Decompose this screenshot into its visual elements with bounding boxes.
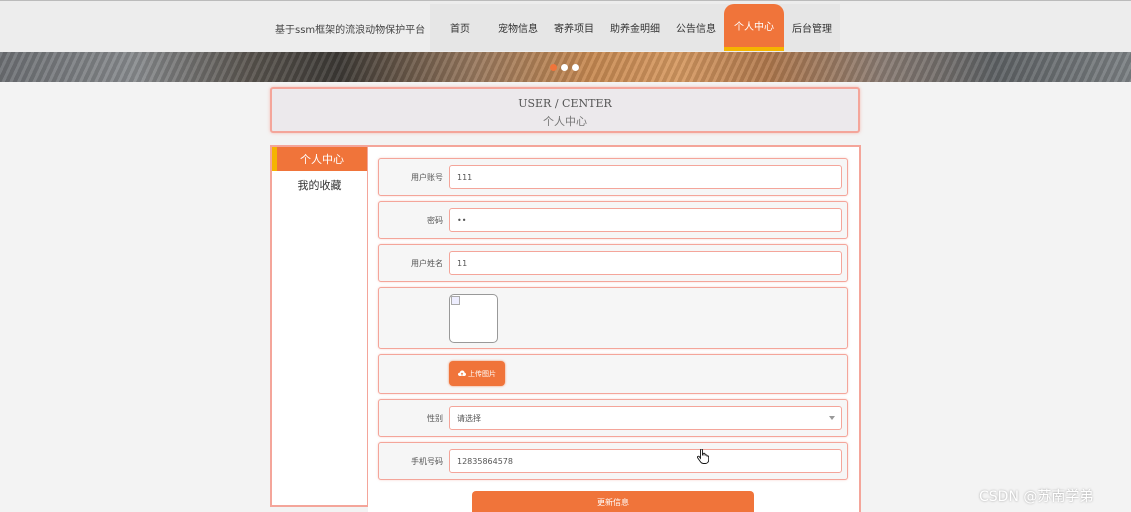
carousel-indicators — [550, 64, 579, 71]
username-row: 用户账号 111 — [378, 158, 848, 196]
phone-input[interactable]: 12835864578 — [449, 449, 842, 473]
main-nav: 首页 宠物信息 寄养项目 助养金明细 公告信息 个人中心 后台管理 — [430, 4, 840, 51]
chevron-down-icon — [829, 416, 835, 420]
nav-item-personal-center[interactable]: 个人中心 — [724, 4, 784, 51]
sidebar-item-favorites[interactable]: 我的收藏 — [272, 173, 367, 197]
cloud-upload-icon — [458, 370, 466, 376]
phone-label: 手机号码 — [411, 457, 443, 466]
watermark: CSDN @苏南学弟 — [979, 489, 1094, 505]
upload-image-button[interactable]: 上传图片 — [449, 361, 505, 386]
avatar-image — [449, 294, 498, 343]
nav-item-pet-info[interactable]: 宠物信息 — [490, 4, 546, 51]
avatar-row — [378, 287, 848, 349]
nav-item-sponsorship-details[interactable]: 助养金明细 — [602, 4, 668, 51]
name-label: 用户姓名 — [411, 259, 443, 268]
nav-item-home[interactable]: 首页 — [430, 4, 490, 51]
upload-image-label: 上传图片 — [468, 369, 496, 378]
profile-form: 用户账号 111 密码 •• 用户姓名 11 上传图片 性别 请选择 手机号码 … — [368, 145, 861, 512]
site-title: 基于ssm框架的流浪动物保护平台 — [275, 25, 426, 36]
gender-select[interactable]: 请选择 — [449, 406, 842, 430]
phone-row: 手机号码 12835864578 — [378, 442, 848, 480]
password-input[interactable]: •• — [449, 208, 842, 232]
username-label: 用户账号 — [411, 173, 443, 182]
page-title-cn: 个人中心 — [543, 115, 587, 128]
page-title-en: USER / CENTER — [518, 97, 612, 110]
sidebar-item-personal-center[interactable]: 个人中心 — [272, 147, 367, 171]
banner-carousel — [0, 52, 1131, 82]
carousel-dot-2[interactable] — [561, 64, 568, 71]
page-title-box: USER / CENTER 个人中心 — [270, 87, 860, 133]
sidebar: 个人中心 我的收藏 — [270, 145, 368, 507]
nav-item-announcements[interactable]: 公告信息 — [668, 4, 724, 51]
update-info-button[interactable]: 更新信息 — [472, 491, 754, 512]
password-label: 密码 — [427, 216, 443, 225]
carousel-dot-3[interactable] — [572, 64, 579, 71]
nav-item-foster-project[interactable]: 寄养项目 — [546, 4, 602, 51]
name-input[interactable]: 11 — [449, 251, 842, 275]
gender-select-value: 请选择 — [457, 413, 481, 423]
broken-image-icon — [451, 296, 460, 305]
top-bar: 基于ssm框架的流浪动物保护平台 首页 宠物信息 寄养项目 助养金明细 公告信息… — [0, 0, 1131, 52]
gender-row: 性别 请选择 — [378, 399, 848, 437]
hand-cursor-icon — [697, 449, 709, 464]
carousel-dot-1[interactable] — [550, 64, 557, 71]
password-row: 密码 •• — [378, 201, 848, 239]
username-input[interactable]: 111 — [449, 165, 842, 189]
name-row: 用户姓名 11 — [378, 244, 848, 282]
nav-item-admin[interactable]: 后台管理 — [784, 4, 840, 51]
upload-row: 上传图片 — [378, 354, 848, 394]
gender-label: 性别 — [427, 414, 443, 423]
